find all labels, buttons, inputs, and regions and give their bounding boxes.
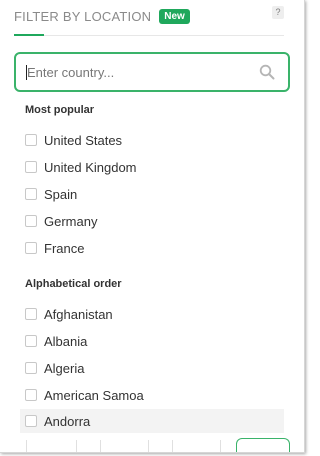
checkbox[interactable]: [25, 308, 37, 320]
checkbox[interactable]: [25, 415, 37, 427]
location-filter-panel: FILTER BY LOCATION New ? Most popular Un…: [0, 0, 305, 453]
divider: [172, 440, 173, 452]
country-option-spain[interactable]: Spain: [20, 182, 284, 206]
divider: [148, 440, 149, 452]
divider: [100, 440, 101, 452]
country-option-label: Spain: [44, 186, 78, 202]
country-option-label: Algeria: [44, 360, 85, 376]
search-icon: [259, 64, 275, 80]
filter-title: FILTER BY LOCATION: [14, 8, 152, 24]
country-option-france[interactable]: France: [20, 236, 284, 260]
country-option-united-states[interactable]: United States: [20, 128, 284, 152]
country-option-afghanistan[interactable]: Afghanistan: [20, 302, 284, 326]
checkbox[interactable]: [25, 134, 37, 146]
underlying-controls: [14, 436, 290, 452]
checkbox[interactable]: [25, 335, 37, 347]
filter-header: FILTER BY LOCATION New: [14, 8, 190, 24]
text-caret: [26, 65, 27, 80]
country-option-germany[interactable]: Germany: [20, 209, 284, 233]
country-option-albania[interactable]: Albania: [20, 329, 284, 353]
divider: [76, 440, 77, 452]
country-option-label: France: [44, 240, 85, 256]
new-badge: New: [159, 8, 190, 24]
country-option-label: Albania: [44, 333, 88, 349]
checkbox[interactable]: [25, 242, 37, 254]
country-option-label: American Samoa: [44, 387, 144, 403]
country-option-american-samoa[interactable]: American Samoa: [20, 383, 284, 407]
checkbox[interactable]: [25, 188, 37, 200]
country-option-label: Andorra: [44, 413, 91, 429]
section-label-alphabetical: Alphabetical order: [25, 278, 122, 290]
country-option-label: Afghanistan: [44, 306, 113, 322]
divider: [220, 440, 221, 452]
country-dropdown: Most popular United States United Kingdo…: [14, 92, 290, 436]
divider: [26, 440, 27, 452]
checkbox[interactable]: [25, 215, 37, 227]
country-option-label: United States: [44, 132, 123, 148]
country-option-label: Germany: [44, 213, 98, 229]
active-tab-indicator: [14, 34, 44, 36]
header-divider: [14, 35, 284, 36]
country-option-united-kingdom[interactable]: United Kingdom: [20, 155, 284, 179]
country-search-field[interactable]: [14, 52, 290, 92]
checkbox[interactable]: [25, 161, 37, 173]
country-option-algeria[interactable]: Algeria: [20, 356, 284, 380]
checkbox[interactable]: [25, 389, 37, 401]
underlying-button[interactable]: [236, 438, 290, 452]
section-label-most-popular: Most popular: [25, 104, 95, 116]
country-option-andorra[interactable]: Andorra: [20, 409, 284, 433]
country-option-label: United Kingdom: [44, 159, 137, 175]
checkbox[interactable]: [25, 362, 37, 374]
help-icon[interactable]: ?: [272, 6, 284, 19]
country-search-input[interactable]: [25, 63, 259, 81]
